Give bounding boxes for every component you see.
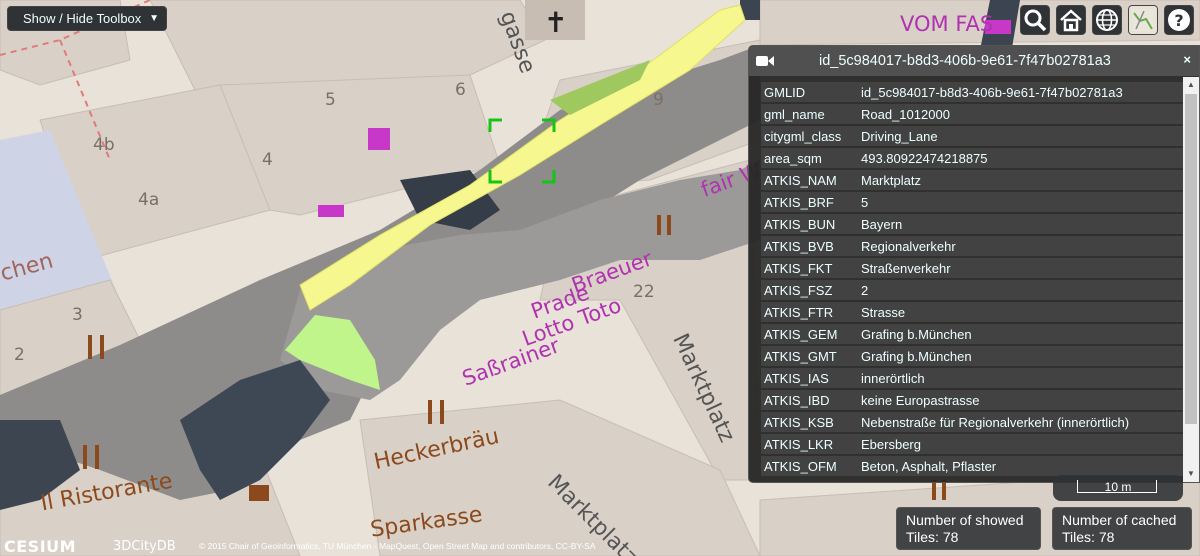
attribute-value: Grafing b.München: [855, 324, 1185, 344]
house-number-label: 22: [633, 282, 655, 302]
attribute-row: ATKIS_BUN Bayern: [761, 214, 1185, 234]
cached-tiles-info: Number of cached Tiles: 78: [1052, 507, 1192, 550]
attribute-row: ATKIS_LKR Ebersberg: [761, 434, 1185, 454]
imagery-button[interactable]: [1128, 5, 1158, 35]
attribute-value: Nebenstraße für Regionalverkehr (innerör…: [855, 412, 1185, 432]
attribute-key: citygml_class: [761, 126, 855, 146]
attribute-row: ATKIS_BRF 5: [761, 192, 1185, 212]
svg-text:✝: ✝: [544, 7, 567, 38]
attribute-key: ATKIS_IAS: [761, 368, 855, 388]
poi-label-vomfass: VOM FAS: [900, 12, 994, 36]
attribute-row: ATKIS_OFM Beton, Asphalt, Pflaster: [761, 456, 1185, 476]
attribute-value: Regionalverkehr: [855, 236, 1185, 256]
camera-icon[interactable]: [756, 55, 774, 67]
house-number-label: 2: [14, 345, 25, 365]
attribute-row: ATKIS_KSB Nebenstraße für Regionalverkehr…: [761, 412, 1185, 432]
house-number-label: 9: [653, 90, 664, 110]
attribute-row: area_sqm 493.80922474218875: [761, 148, 1185, 168]
attribute-key: ATKIS_BRF: [761, 192, 855, 212]
attribute-value: Beton, Asphalt, Pflaster: [855, 456, 1185, 476]
attribute-value: Strasse: [855, 302, 1185, 322]
scroll-thumb[interactable]: [1185, 94, 1197, 424]
house-number-label: 3: [72, 305, 83, 325]
attribute-value: 493.80922474218875: [855, 148, 1185, 168]
house-number-label: 4a: [138, 190, 160, 210]
attribute-key: ATKIS_FSZ: [761, 280, 855, 300]
attribute-key: ATKIS_BUN: [761, 214, 855, 234]
globe-icon: [1096, 9, 1118, 31]
attribute-key: ATKIS_FKT: [761, 258, 855, 278]
scroll-up-icon[interactable]: ▲: [1183, 77, 1199, 93]
attribute-value: Straßenverkehr: [855, 258, 1185, 278]
house-number-label: 4b: [93, 135, 115, 155]
home-button[interactable]: [1056, 5, 1086, 35]
house-number-label: 5: [325, 90, 336, 110]
attribute-value: 2: [855, 280, 1185, 300]
attribution-text: © 2015 Chair of Geoinformatics, TU Münch…: [199, 541, 596, 551]
toolbox-toggle-button[interactable]: Show / Hide Toolbox ▼: [7, 6, 167, 31]
attribute-key: ATKIS_KSB: [761, 412, 855, 432]
house-number-label: 6: [455, 80, 466, 100]
attribute-row: ATKIS_FKT Straßenverkehr: [761, 258, 1185, 278]
3dcitydb-logo[interactable]: 3DCityDB: [113, 539, 176, 554]
attribute-key: ATKIS_IBD: [761, 390, 855, 410]
attribute-key: ATKIS_FTR: [761, 302, 855, 322]
attribute-key: area_sqm: [761, 148, 855, 168]
attribute-key: ATKIS_OFM: [761, 456, 855, 476]
attribute-key: ATKIS_NAM: [761, 170, 855, 190]
attribute-row: ATKIS_GMT Grafing b.München: [761, 346, 1185, 366]
help-icon: ?: [1168, 9, 1190, 31]
attribute-row: citygml_class Driving_Lane: [761, 126, 1185, 146]
attribute-row: ATKIS_GEM Grafing b.München: [761, 324, 1185, 344]
toolbox-label: Show / Hide Toolbox: [23, 11, 142, 26]
search-icon: [1024, 9, 1047, 32]
attribute-row: GMLID id_5c984017-b8d3-406b-9e61-7f47b027…: [761, 82, 1185, 102]
attribute-key: ATKIS_LKR: [761, 434, 855, 454]
attribute-value: Road_1012000: [855, 104, 1185, 124]
attribute-row: ATKIS_IAS innerörtlich: [761, 368, 1185, 388]
attribute-row: gml_name Road_1012000: [761, 104, 1185, 124]
attribute-value: Driving_Lane: [855, 126, 1185, 146]
attribute-value: Grafing b.München: [855, 346, 1185, 366]
scale-label: 10 m: [1104, 480, 1132, 494]
cesium-logo[interactable]: CESIUM: [4, 537, 76, 556]
attribute-key: ATKIS_BVB: [761, 236, 855, 256]
layers-icon: [1132, 9, 1154, 31]
attribute-row: ATKIS_FTR Strasse: [761, 302, 1185, 322]
scrollbar[interactable]: ▲ ▼: [1183, 77, 1199, 482]
help-button[interactable]: ?: [1164, 5, 1194, 35]
attribute-key: ATKIS_GEM: [761, 324, 855, 344]
attribute-value: Ebersberg: [855, 434, 1185, 454]
dropdown-caret-icon: ▼: [149, 13, 159, 24]
cesium-viewer[interactable]: ✝ 5 6 9 4b 4 4a 3 2 22 Marktplatz Marktp…: [0, 0, 1200, 556]
attribute-row: ATKIS_FSZ 2: [761, 280, 1185, 300]
attribute-key: ATKIS_GMT: [761, 346, 855, 366]
attribute-row: ATKIS_IBD keine Europastrasse: [761, 390, 1185, 410]
attribute-value: id_5c984017-b8d3-406b-9e61-7f47b02781a3: [855, 82, 1185, 102]
attribute-value: 5: [855, 192, 1185, 212]
attribute-row: ATKIS_BVB Regionalverkehr: [761, 236, 1185, 256]
info-panel-title: id_5c984017-b8d3-406b-9e61-7f47b02781a3: [819, 53, 1111, 69]
scroll-down-icon[interactable]: ▼: [1183, 466, 1199, 482]
svg-text:?: ?: [1174, 11, 1183, 30]
credits-bar: CESIUM 3DCityDB © 2015 Chair of Geoinfor…: [0, 536, 680, 556]
attribute-key: gml_name: [761, 104, 855, 124]
close-icon[interactable]: ×: [1183, 52, 1191, 67]
info-panel-header: id_5c984017-b8d3-406b-9e61-7f47b02781a3 …: [749, 46, 1199, 76]
search-button[interactable]: [1020, 5, 1050, 35]
attribute-table: GMLID id_5c984017-b8d3-406b-9e61-7f47b027…: [761, 80, 1185, 478]
attribute-value: innerörtlich: [855, 368, 1185, 388]
attribute-value: Marktplatz: [855, 170, 1185, 190]
showed-tiles-info: Number of showed Tiles: 78: [896, 507, 1041, 550]
attribute-value: keine Europastrasse: [855, 390, 1185, 410]
home-icon: [1060, 9, 1082, 32]
feature-info-panel: id_5c984017-b8d3-406b-9e61-7f47b02781a3 …: [748, 45, 1200, 483]
distance-legend: 10 m: [1053, 475, 1183, 501]
attribute-row: ATKIS_NAM Marktplatz: [761, 170, 1185, 190]
attribute-value: Bayern: [855, 214, 1185, 234]
attribute-key: GMLID: [761, 82, 855, 102]
globe-button[interactable]: [1092, 5, 1122, 35]
house-number-label: 4: [262, 150, 273, 170]
